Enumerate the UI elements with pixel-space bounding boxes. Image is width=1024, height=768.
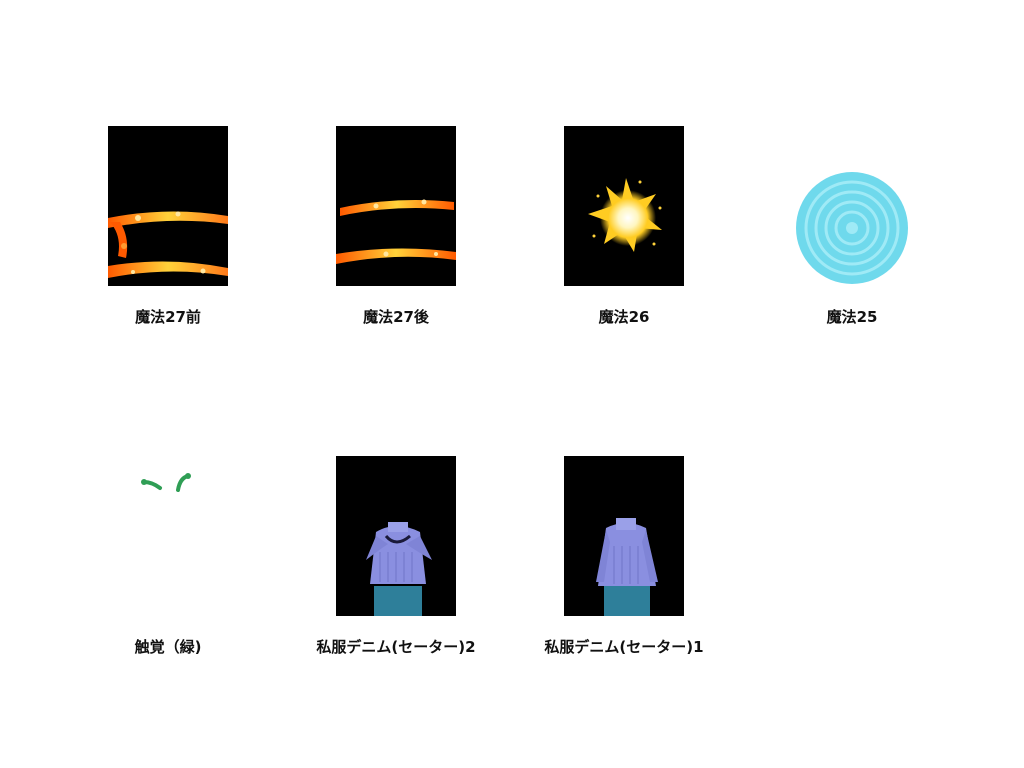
asset-tile-magic27-after[interactable]: 魔法27後: [296, 126, 496, 366]
fire-bands-effect-icon: [336, 126, 456, 286]
asset-tile-antennae-green[interactable]: 触覚（緑): [68, 456, 268, 696]
asset-tile-magic25[interactable]: 魔法25: [752, 126, 952, 366]
green-antennae-icon: [108, 456, 228, 616]
sweater-denim-pose2-icon: [336, 456, 456, 616]
light-burst-effect-icon: [564, 126, 684, 286]
asset-tile-casual-denim-sweater-1[interactable]: 私服デニム(セーター)1: [524, 456, 724, 696]
asset-label: 魔法25: [826, 308, 878, 326]
fire-rings-effect-icon: [108, 126, 228, 286]
asset-tile-casual-denim-sweater-2[interactable]: 私服デニム(セーター)2: [296, 456, 496, 696]
asset-label: 魔法27後: [363, 308, 429, 326]
asset-label: 魔法27前: [135, 308, 201, 326]
asset-label: 私服デニム(セーター)1: [544, 638, 704, 656]
asset-label: 私服デニム(セーター)2: [316, 638, 476, 656]
sweater-denim-pose1-icon: [564, 456, 684, 616]
asset-grid: 魔法27前 魔法27後 魔法26 魔法25 触覚（緑) 私服デニム(セーター)2…: [0, 0, 1024, 768]
asset-label: 魔法26: [598, 308, 650, 326]
asset-tile-magic26[interactable]: 魔法26: [524, 126, 724, 366]
asset-label: 触覚（緑): [134, 638, 202, 656]
water-ripple-effect-icon: [792, 126, 912, 286]
asset-tile-magic27-before[interactable]: 魔法27前: [68, 126, 268, 366]
